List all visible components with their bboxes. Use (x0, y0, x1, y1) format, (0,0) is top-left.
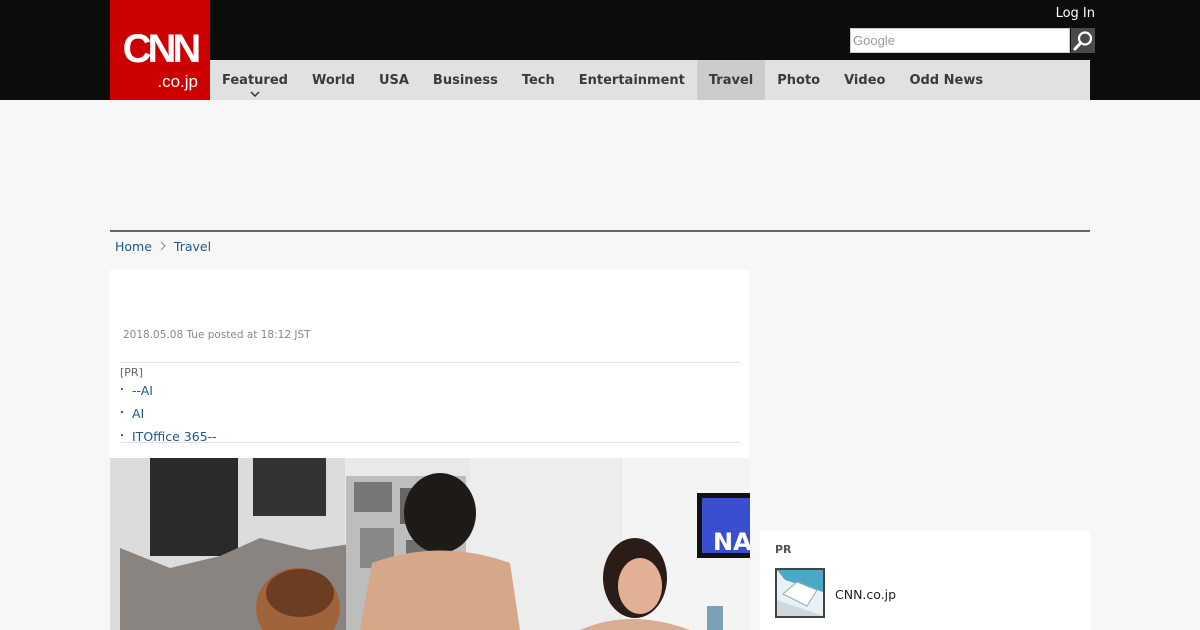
breadcrumb-home[interactable]: Home (115, 239, 152, 254)
magnifier-icon (1073, 30, 1093, 50)
nav-item-business[interactable]: Business (421, 60, 510, 100)
photo-sign-text: NA (713, 528, 750, 556)
nav-item-label: Travel (708, 72, 754, 88)
nav-item-label: Business (432, 72, 498, 88)
list-item: AI (117, 402, 217, 425)
pr-tag: [PR] (120, 366, 143, 379)
chevron-down-icon (250, 91, 260, 97)
nav-item-usa[interactable]: USA (367, 60, 421, 100)
logo-text-bottom: .co.jp (157, 72, 198, 91)
search-input[interactable] (850, 28, 1070, 53)
article-photo-image: NA (110, 458, 750, 630)
sidebar-pr-link[interactable]: CNN.co.jp (835, 587, 896, 602)
nav-item-odd-news[interactable]: Odd News (897, 60, 995, 100)
logo-text-top: CNN (123, 27, 200, 71)
sidebar-pr-box: PR CNN.co.jp (760, 530, 1090, 630)
nav-item-video[interactable]: Video (832, 60, 897, 100)
main-nav: Featured World USA Business Tech Enterta… (210, 60, 1090, 100)
login-link[interactable]: Log In (1040, 6, 1095, 21)
article-card: 2018.05.08 Tue posted at 18:12 JST [PR] … (110, 270, 750, 630)
pr-link[interactable]: AI (132, 406, 144, 421)
nav-item-label: Tech (521, 72, 555, 88)
nav-item-world[interactable]: World (300, 60, 367, 100)
list-item: ITOffice 365-- (117, 425, 217, 448)
nav-item-featured[interactable]: Featured (210, 60, 300, 100)
nav-item-label: Photo (777, 72, 821, 88)
nav-item-entertainment[interactable]: Entertainment (567, 60, 697, 100)
chevron-right-icon (160, 241, 166, 251)
nav-item-photo[interactable]: Photo (765, 60, 832, 100)
pr-link[interactable]: ITOffice 365-- (132, 429, 217, 444)
search-box (850, 28, 1095, 53)
nav-item-label: World (311, 72, 355, 88)
pr-link[interactable]: --AI (132, 383, 153, 398)
divider (110, 230, 1090, 232)
breadcrumb: Home Travel (115, 238, 211, 254)
ad-space (110, 100, 1090, 230)
nav-item-label: Odd News (909, 72, 984, 88)
nav-item-travel[interactable]: Travel (696, 60, 766, 100)
nav-item-tech[interactable]: Tech (510, 60, 567, 100)
sidebar-pr-thumbnail[interactable] (775, 568, 825, 618)
article-photo: NA (110, 458, 750, 630)
nav-item-label: Featured (222, 72, 288, 88)
cnn-logo[interactable]: CNN .co.jp (110, 0, 210, 100)
list-item: --AI (117, 379, 217, 402)
cnn-logo-mark: CNN .co.jp (123, 27, 204, 91)
nav-item-label: Entertainment (578, 72, 685, 88)
nav-item-label: USA (378, 72, 409, 88)
search-button[interactable] (1071, 28, 1095, 53)
pr-list: --AI AI ITOffice 365-- (117, 379, 217, 448)
pr-block: [PR] --AI AI ITOffice 365-- (117, 362, 740, 448)
sidebar-pr-title: PR (775, 543, 792, 556)
posted-timestamp: 2018.05.08 Tue posted at 18:12 JST (123, 329, 311, 341)
breadcrumb-travel[interactable]: Travel (174, 239, 211, 254)
nav-item-label: Video (844, 72, 886, 88)
mail-thumbnail-icon (777, 570, 823, 616)
